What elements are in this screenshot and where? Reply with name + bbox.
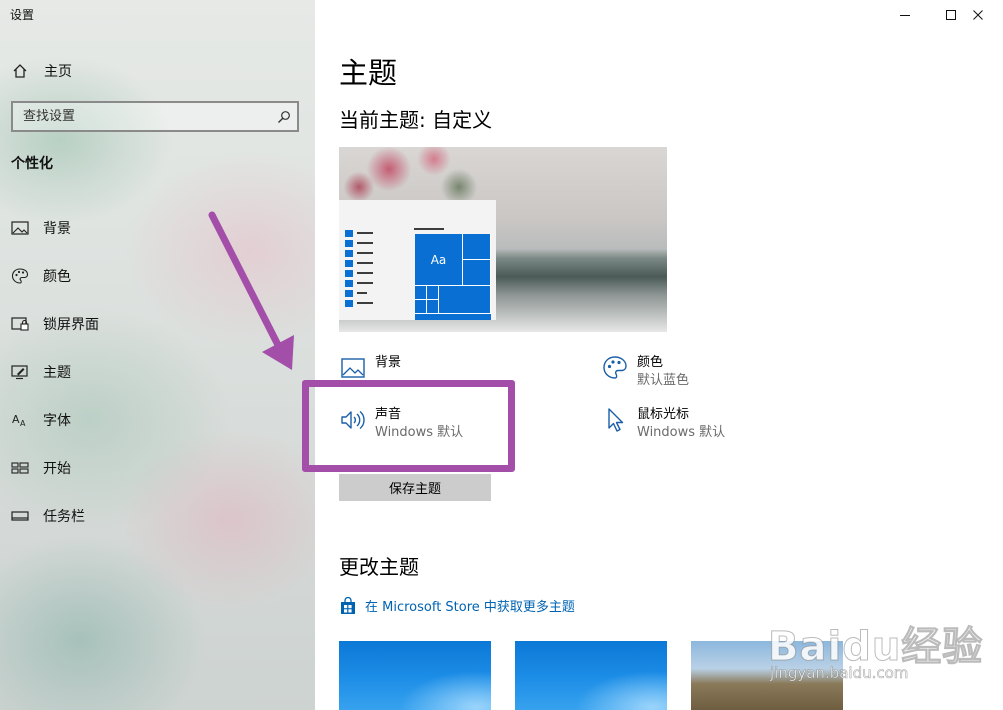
current-theme-label: 当前主题: 自定义: [339, 108, 493, 132]
font-icon: AA: [10, 410, 30, 430]
search-input[interactable]: [23, 109, 271, 124]
theme-thumbnail[interactable]: [515, 641, 667, 710]
search-box[interactable]: [11, 101, 299, 132]
preview-tile-text: Aa: [415, 234, 463, 286]
page-title: 主题: [339, 56, 398, 90]
nav-home-label: 主页: [44, 64, 72, 80]
nav-item-taskbar[interactable]: 任务栏: [0, 492, 315, 540]
nav-item-label: 锁屏界面: [43, 317, 99, 333]
annotation-highlight-box: [302, 380, 515, 472]
palette-icon: [601, 354, 629, 382]
background-property-name: 背景: [375, 355, 402, 370]
nav-item-label: 字体: [43, 413, 71, 429]
cursor-property-value: Windows 默认: [637, 425, 726, 440]
color-property-name: 颜色: [637, 355, 664, 370]
minimize-icon: [900, 15, 910, 16]
preview-window: Aa: [339, 200, 496, 320]
color-property-value: 默认蓝色: [637, 373, 690, 388]
nav-item-label: 背景: [43, 221, 71, 237]
theme-icon: [10, 362, 30, 382]
watermark: Baidu经验 jingyan.baidu.com: [767, 596, 998, 696]
close-icon: [973, 10, 983, 20]
save-theme-button[interactable]: 保存主题: [339, 474, 491, 501]
nav-item-label: 颜色: [43, 269, 71, 285]
store-link[interactable]: 在 Microsoft Store 中获取更多主题: [339, 596, 575, 615]
svg-text:A: A: [12, 413, 20, 426]
picture-icon: [339, 354, 367, 382]
cursor-property-name: 鼠标光标: [637, 407, 690, 422]
minimize-button[interactable]: [882, 0, 928, 30]
watermark-sub-text: jingyan.baidu.com: [770, 664, 909, 683]
taskbar-icon: [10, 506, 30, 526]
close-button[interactable]: [955, 0, 1001, 30]
annotation-arrow: [208, 211, 294, 370]
color-property[interactable]: 颜色 默认蓝色: [601, 354, 689, 390]
nav-item-label: 任务栏: [43, 509, 85, 525]
section-label-personalization: 个性化: [11, 156, 53, 172]
lock-screen-icon: [10, 314, 30, 334]
nav-item-fonts[interactable]: AA 字体: [0, 396, 315, 444]
mouse-cursor-icon: [601, 406, 629, 434]
svg-text:A: A: [20, 419, 26, 428]
palette-icon: [10, 266, 30, 286]
preview-menu: [345, 228, 373, 308]
store-link-label: 在 Microsoft Store 中获取更多主题: [365, 600, 575, 615]
nav-item-start[interactable]: 开始: [0, 444, 315, 492]
search-icon[interactable]: [271, 110, 297, 124]
cursor-property[interactable]: 鼠标光标 Windows 默认: [601, 406, 725, 442]
nav-item-label: 开始: [43, 461, 71, 477]
nav-home[interactable]: 主页: [10, 58, 300, 84]
background-property[interactable]: 背景: [339, 354, 401, 382]
change-theme-title: 更改主题: [339, 555, 419, 579]
theme-thumbnail[interactable]: [339, 641, 491, 710]
preview-tiles: Aa: [415, 234, 491, 320]
home-icon: [10, 63, 30, 79]
picture-icon: [10, 218, 30, 238]
store-icon: [341, 596, 355, 614]
theme-preview: Aa: [339, 147, 667, 332]
preview-bar: [414, 228, 444, 230]
nav-item-label: 主题: [43, 365, 71, 381]
start-icon: [10, 458, 30, 478]
window-title: 设置: [10, 8, 35, 22]
